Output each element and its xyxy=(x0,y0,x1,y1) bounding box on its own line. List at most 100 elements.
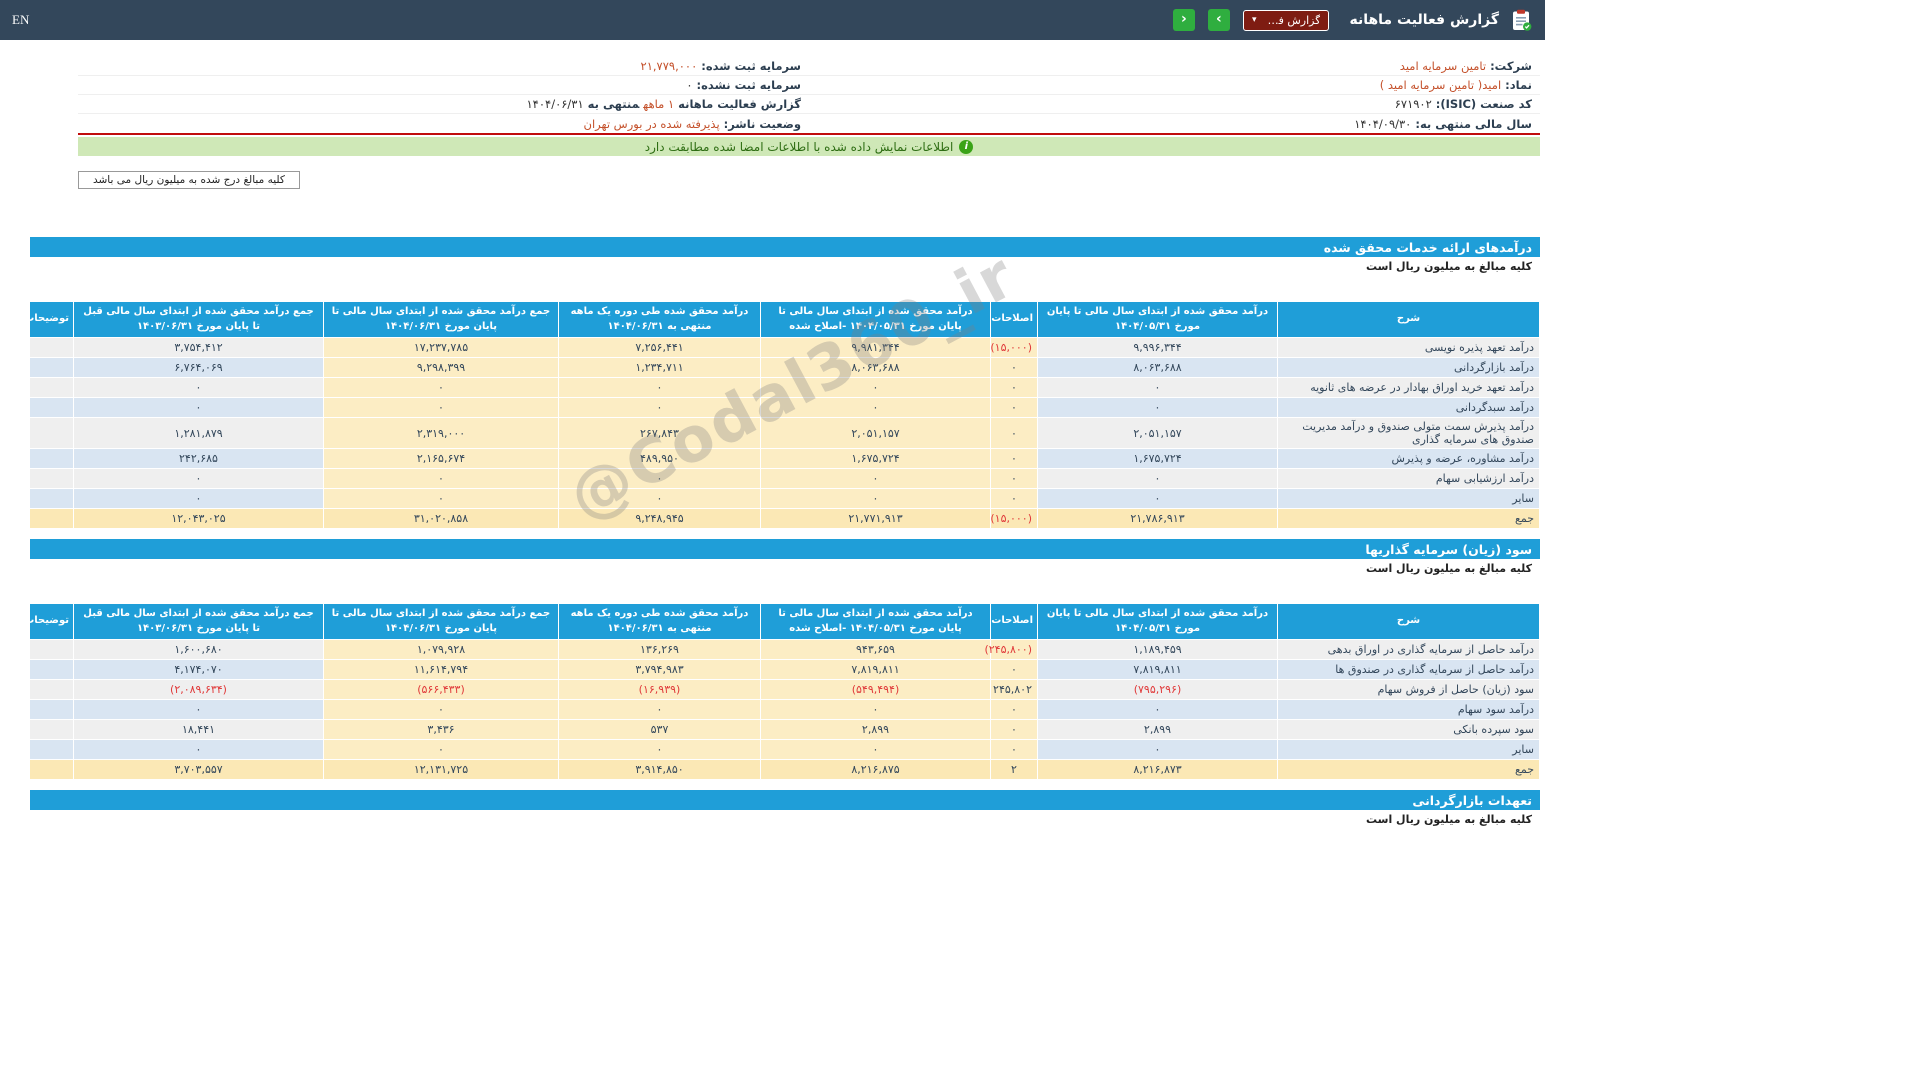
column-header: توضیحات xyxy=(29,301,74,338)
value-cell: ۹۴۳,۶۵۹ xyxy=(760,639,991,660)
notes-cell xyxy=(29,357,74,378)
report-type-dropdown[interactable]: گزارش فعالیت ماهانه ▾ xyxy=(1242,9,1330,31)
table-row: درآمد تعهد خرید اوراق بهادار در عرضه های… xyxy=(29,377,1540,398)
value-cell: (۱۵,۰۰۰) xyxy=(990,508,1038,529)
value-cell: ۰ xyxy=(323,377,559,398)
row-label: درآمد پذیرش سمت متولی صندوق و درآمد مدیر… xyxy=(1277,417,1540,449)
column-header: درآمد محقق شده طی دوره یک ماهه منتهی به … xyxy=(558,301,761,338)
value-cell: ۲,۰۵۱,۱۵۷ xyxy=(1037,417,1278,449)
value-cell: ۰ xyxy=(1037,468,1278,489)
section-title-bar: سود (زیان) سرمایه گذاریها xyxy=(30,539,1540,559)
value-cell: ۰ xyxy=(558,397,761,418)
table-row: سایر ۰ ۰ ۰ ۰ ۰ ۰ xyxy=(29,488,1540,509)
section-title-bar: تعهدات بازارگردانی xyxy=(30,790,1540,810)
company-info-item: سرمایه ثبت شده:۲۱,۷۷۹,۰۰۰ xyxy=(78,58,809,74)
row-label: درآمد بازارگردانی xyxy=(1277,357,1540,378)
info-value[interactable]: ۲۱,۷۷۹,۰۰۰ xyxy=(641,59,698,73)
company-info-row: شرکت: تامین سرمایه امید سرمایه ثبت شده:۲۱,… xyxy=(78,57,1540,76)
value-cell: ۹,۹۹۶,۳۴۴ xyxy=(1037,337,1278,358)
next-report-button[interactable]: › xyxy=(1207,9,1230,31)
notes-cell xyxy=(29,417,74,449)
info-label: سرمایه ثبت شده: xyxy=(701,59,801,73)
report-dropdown-value: گزارش فعالیت ماهانه xyxy=(1262,13,1321,27)
value-cell: ۰ xyxy=(73,397,324,418)
row-label: سود سپرده بانکی xyxy=(1277,719,1540,740)
info-value: ۱۴۰۴/۰۶/۳۱ xyxy=(526,97,584,111)
company-info-item: سرمایه ثبت نشده:۰ xyxy=(78,77,809,93)
value-cell: ۰ xyxy=(990,468,1038,489)
value-cell: ۰ xyxy=(558,699,761,720)
row-label: سود (زیان) حاصل از فروش سهام xyxy=(1277,679,1540,700)
info-value: ۱۴۰۴/۰۹/۳۰ xyxy=(1354,116,1412,131)
value-cell: ۲۱,۷۷۱,۹۱۳ xyxy=(760,508,991,529)
row-label: درآمد حاصل از سرمایه گذاری در اوراق بدهی xyxy=(1277,639,1540,660)
value-cell: ۲,۸۹۹ xyxy=(1037,719,1278,740)
signature-match-notice: i اطلاعات نمایش داده شده با اطلاعات امضا… xyxy=(78,137,1540,156)
value-cell: ۹,۲۹۸,۳۹۹ xyxy=(323,357,559,378)
notes-cell xyxy=(29,719,74,740)
value-cell: ۶,۷۶۴,۰۶۹ xyxy=(73,357,324,378)
value-cell: (۵۶۶,۴۳۳) xyxy=(323,679,559,700)
info-label: منتهی به xyxy=(587,97,640,111)
column-header: درآمد محقق شده از ابتدای سال مالی تا پای… xyxy=(760,301,991,338)
company-info-item: شرکت: تامین سرمایه امید xyxy=(809,58,1540,74)
data-table: شرح درآمد محقق شده از ابتدای سال مالی تا … xyxy=(29,301,1540,529)
column-header: جمع درآمد محقق شده از ابتدای سال مالی قب… xyxy=(73,603,324,640)
row-label: درآمد مشاوره، عرضه و پذیرش xyxy=(1277,448,1540,469)
value-cell: (۲۴۵,۸۰۰) xyxy=(984,639,1038,660)
value-cell: ۰ xyxy=(1037,699,1278,720)
value-cell: ۹,۲۴۸,۹۴۵ xyxy=(558,508,761,529)
value-cell: ۰ xyxy=(990,357,1038,378)
value-cell: ۲,۸۹۹ xyxy=(760,719,991,740)
language-toggle[interactable]: EN xyxy=(12,12,29,28)
value-cell: ۷,۲۵۶,۴۴۱ xyxy=(558,337,761,358)
column-header: جمع درآمد محقق شده از ابتدای سال مالی تا… xyxy=(323,301,559,338)
notes-cell xyxy=(29,659,74,680)
company-info-item: سال مالی منتهی به:۱۴۰۴/۰۹/۳۰ xyxy=(809,116,1540,132)
info-value[interactable]: تامین سرمایه امید xyxy=(1400,59,1486,73)
info-value: ۰ xyxy=(686,78,693,92)
value-cell: ۱۷,۲۳۷,۷۸۵ xyxy=(323,337,559,358)
value-cell: ۰ xyxy=(760,377,991,398)
column-header: جمع درآمد محقق شده از ابتدای سال مالی تا… xyxy=(323,603,559,640)
units-note: کلیه مبالغ به میلیون ریال است xyxy=(30,257,1540,275)
company-info-item: وضعیت ناشر:پذیرفته شده در بورس تهران xyxy=(78,116,809,132)
table-total-row: جمع ۲۱,۷۸۶,۹۱۳ (۱۵,۰۰۰) ۲۱,۷۷۱,۹۱۳ ۹,۲۴۸,۹۴۵… xyxy=(29,508,1540,529)
value-cell: ۰ xyxy=(1037,488,1278,509)
codal-report-page: گزارش فعالیت ماهانه گزارش فعالیت ماهانه … xyxy=(0,0,1545,828)
value-cell: ۰ xyxy=(73,468,324,489)
value-cell: ۲ xyxy=(990,759,1038,780)
value-cell: ۱,۲۳۴,۷۱۱ xyxy=(558,357,761,378)
company-info-panel: شرکت: تامین سرمایه امید سرمایه ثبت شده:۲۱,… xyxy=(78,57,1540,135)
table-row: سود (زیان) حاصل از فروش سهام (۷۹۵,۲۹۶) ۲۴۵… xyxy=(29,679,1540,700)
value-cell: ۰ xyxy=(323,739,559,760)
value-cell: ۰ xyxy=(990,719,1038,740)
report-section: درآمدهای ارائه خدمات محقق شده کلیه مبالغ … xyxy=(29,237,1540,529)
prev-report-button[interactable]: ‹ xyxy=(1172,9,1195,31)
row-label: جمع xyxy=(1277,759,1540,780)
page-title: گزارش فعالیت ماهانه xyxy=(1349,12,1499,28)
value-cell: ۴,۱۷۴,۰۷۰ xyxy=(73,659,324,680)
info-value[interactable]: پذیرفته شده در بورس تهران xyxy=(584,117,720,131)
value-cell: ۲۶۷,۸۴۳ xyxy=(558,417,761,449)
value-cell: ۴۸۹,۹۵۰ xyxy=(558,448,761,469)
column-header: درآمد محقق شده از ابتدای سال مالی تا پای… xyxy=(760,603,991,640)
value-cell: ۰ xyxy=(323,468,559,489)
value-cell: ۲,۰۵۱,۱۵۷ xyxy=(760,417,991,449)
row-label: جمع xyxy=(1277,508,1540,529)
value-cell: ۰ xyxy=(990,659,1038,680)
value-cell: ۰ xyxy=(1037,377,1278,398)
info-label: نماد: xyxy=(1505,78,1532,92)
report-section: سود (زیان) سرمایه گذاریها کلیه مبالغ به م… xyxy=(29,539,1540,780)
value-cell: ۰ xyxy=(760,468,991,489)
value-cell: ۰ xyxy=(990,417,1038,449)
value-cell: (۲,۰۸۹,۶۳۴) xyxy=(73,679,324,700)
value-cell: ۷,۸۱۹,۸۱۱ xyxy=(760,659,991,680)
info-value[interactable]: امید( تامین سرمایه امید ) xyxy=(1380,78,1501,92)
company-info-row: نماد: امید( تامین سرمایه امید ) سرمایه ثبت… xyxy=(78,76,1540,95)
info-value[interactable]: ۱ ماهه xyxy=(643,97,674,111)
row-label: سایر xyxy=(1277,739,1540,760)
info-label: سال مالی منتهی به: xyxy=(1415,116,1532,131)
column-header: جمع درآمد محقق شده از ابتدای سال مالی قب… xyxy=(73,301,324,338)
value-cell: ۰ xyxy=(558,468,761,489)
